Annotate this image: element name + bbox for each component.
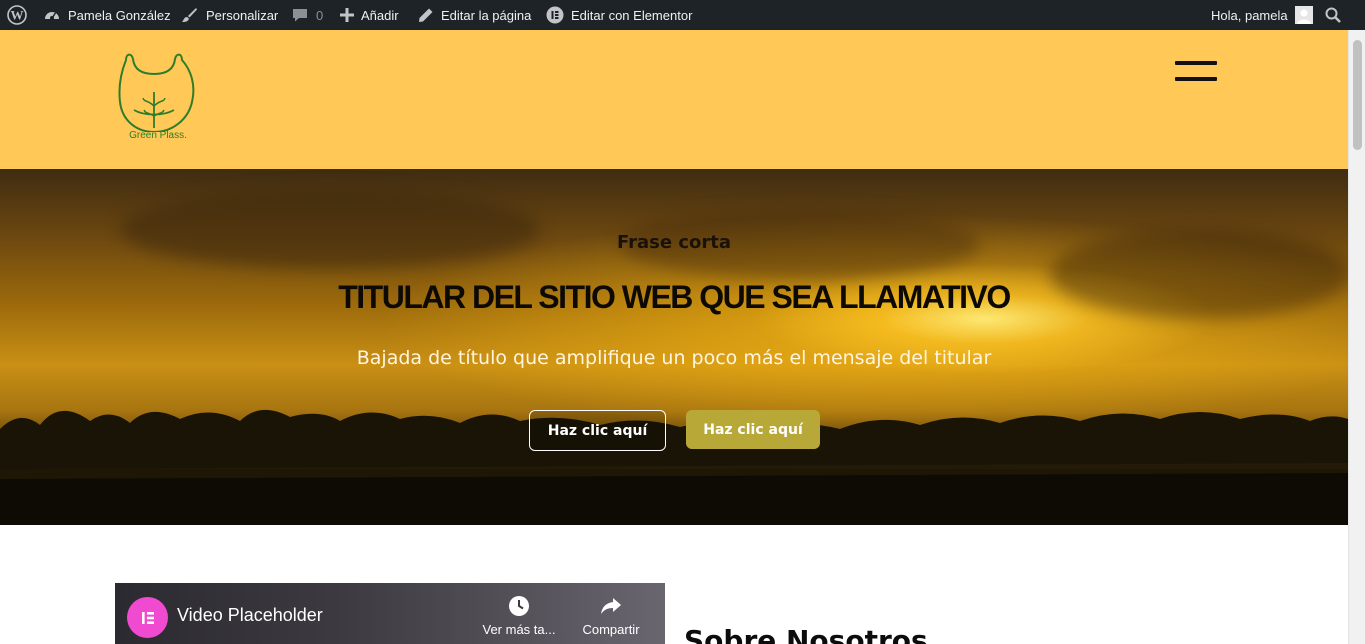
dashboard-icon [43, 6, 61, 24]
add-new-menu[interactable]: Añadir [340, 0, 399, 30]
elementor-icon [546, 6, 564, 24]
elementor-logo-icon [127, 597, 168, 638]
video-title: Video Placeholder [177, 605, 323, 625]
edit-elementor-link[interactable]: Editar con Elementor [546, 0, 692, 30]
paintbrush-icon [181, 6, 199, 24]
site-logo[interactable]: Green Plass. [116, 50, 200, 148]
share-arrow-icon [601, 598, 621, 614]
share-button[interactable]: Compartir [570, 595, 652, 637]
plus-icon [340, 8, 354, 22]
hamburger-bar-top [1175, 61, 1217, 65]
hero-subline: Bajada de título que amplifique un poco … [356, 347, 992, 369]
comments-link[interactable]: 0 [291, 0, 323, 30]
edit-page-link[interactable]: Editar la página [418, 0, 531, 30]
watch-later-button[interactable]: Ver más ta... [478, 595, 560, 637]
hamburger-bar-bottom [1175, 77, 1217, 81]
customize-link[interactable]: Personalizar [181, 0, 278, 30]
video-placeholder[interactable]: Video Placeholder Ver más ta... Comparti… [115, 583, 665, 644]
comments-count: 0 [316, 7, 324, 23]
watch-later-label: Ver más ta... [482, 622, 556, 637]
scrollbar-thumb[interactable] [1353, 40, 1362, 150]
clock-icon [509, 596, 529, 616]
share-label: Compartir [582, 622, 640, 637]
edit-page-label: Editar la página [441, 7, 532, 23]
hero-primary-button[interactable]: Haz clic aquí [529, 410, 666, 451]
site-name-menu[interactable]: Pamela González [43, 0, 171, 30]
hamburger-menu-button[interactable] [1172, 58, 1220, 84]
site-header: Green Plass. [0, 30, 1348, 169]
my-account-menu[interactable]: Hola, pamela [1211, 0, 1313, 30]
hero-headline: TITULAR DEL SITIO WEB QUE SEA LLAMATIVO [338, 279, 1011, 315]
site-name-label: Pamela González [68, 7, 171, 23]
hero-section: Frase corta TITULAR DEL SITIO WEB QUE SE… [0, 169, 1348, 525]
avatar [1294, 6, 1313, 24]
add-new-label: Añadir [361, 7, 399, 23]
wordpress-logo-icon[interactable]: W [7, 0, 27, 30]
wp-admin-bar: W Pamela González Personalizar 0 Añadir … [0, 0, 1365, 30]
about-section-title: Sobre Nosotros [684, 624, 928, 644]
edit-elementor-label: Editar con Elementor [571, 7, 693, 23]
hero-content: Frase corta TITULAR DEL SITIO WEB QUE SE… [0, 169, 1348, 525]
page-scrollbar[interactable] [1348, 30, 1365, 644]
admin-search-icon[interactable] [1325, 0, 1341, 30]
svg-text:W: W [11, 8, 24, 23]
comment-bubble-icon [291, 6, 309, 24]
hero-kicker: Frase corta [616, 232, 732, 253]
pencil-icon [418, 7, 434, 23]
greeting-label: Hola, pamela [1211, 7, 1288, 23]
logo-text: Green Plass. [129, 130, 187, 141]
green-plass-logo-icon [118, 53, 195, 134]
customize-label: Personalizar [206, 7, 279, 23]
hero-secondary-button[interactable]: Haz clic aquí [686, 410, 820, 449]
